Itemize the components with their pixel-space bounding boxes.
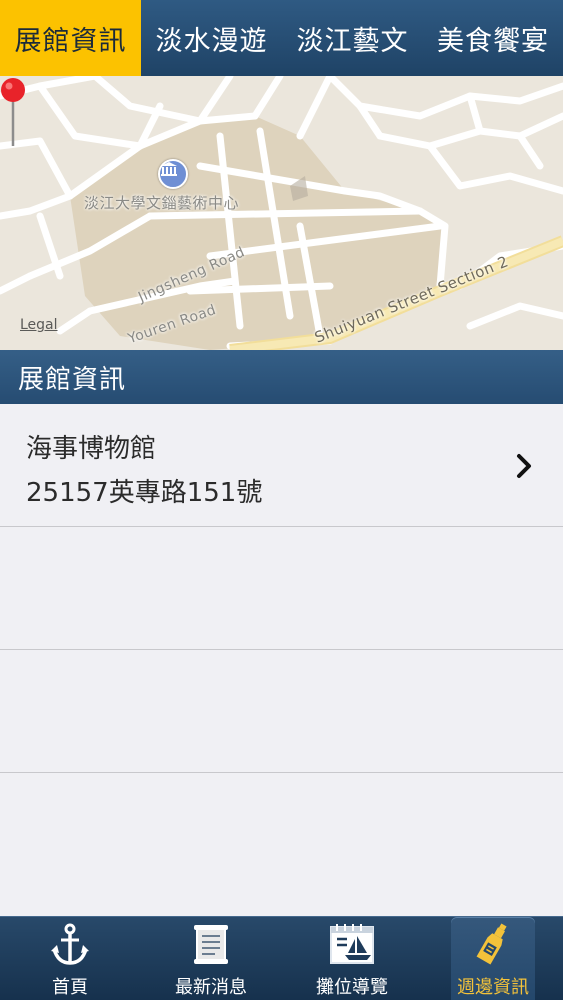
- list-item-empty: [0, 527, 563, 650]
- bottom-tab-bar: 首頁 最新消息 攤位導覽 週邊資訊: [0, 916, 563, 1000]
- bottle-icon: [476, 923, 507, 965]
- tab-home[interactable]: 首頁: [0, 917, 140, 1000]
- venue-name: 海事博物館: [26, 434, 157, 464]
- list-item-empty: [0, 773, 563, 896]
- map-pin-icon[interactable]: [0, 76, 28, 148]
- calendar-sailboat-icon: [330, 924, 374, 964]
- section-header: 展館資訊: [0, 350, 563, 404]
- museum-icon[interactable]: [158, 159, 188, 189]
- map-legal-link[interactable]: Legal: [20, 317, 58, 333]
- chevron-right-icon: [517, 454, 531, 478]
- scroll-icon: [194, 925, 228, 964]
- tab-tamkang-arts[interactable]: 淡江藝文: [282, 0, 423, 76]
- tab-home-label: 首頁: [52, 977, 88, 998]
- map-background: [0, 76, 563, 350]
- list-item[interactable]: 海事博物館 25157英專路151號: [0, 404, 563, 527]
- poi-label: 淡江大學文錙藝術中心: [84, 194, 240, 212]
- map-view[interactable]: 淡江大學文錙藝術中心 et Jingsheng Road Youren Road…: [0, 76, 563, 350]
- anchor-icon: [51, 923, 89, 965]
- venue-list: 海事博物館 25157英專路151號: [0, 404, 563, 916]
- venue-address: 25157英專路151號: [26, 478, 263, 508]
- tab-news[interactable]: 最新消息: [141, 917, 281, 1000]
- top-tab-bar: 展館資訊 淡水漫遊 淡江藝文 美食饗宴: [0, 0, 563, 76]
- tab-surrounding-info[interactable]: 週邊資訊: [451, 917, 535, 1000]
- tab-tamsui-tour[interactable]: 淡水漫遊: [141, 0, 282, 76]
- tab-news-label: 最新消息: [175, 977, 247, 998]
- list-item-empty: [0, 650, 563, 773]
- tab-exhibition-info[interactable]: 展館資訊: [0, 0, 141, 76]
- tab-booth-guide-label: 攤位導覽: [316, 977, 388, 998]
- tab-food[interactable]: 美食饗宴: [423, 0, 563, 76]
- tab-booth-guide[interactable]: 攤位導覽: [282, 917, 422, 1000]
- tab-surrounding-info-label: 週邊資訊: [457, 977, 529, 998]
